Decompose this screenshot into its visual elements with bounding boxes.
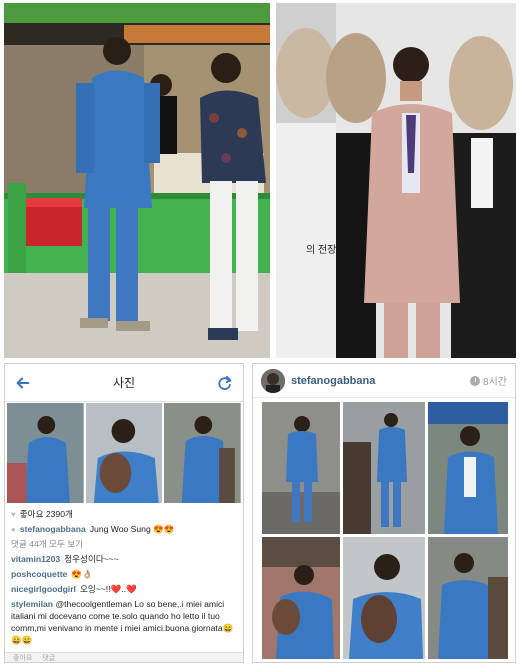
comment-text: 😍👌🏼: [71, 569, 93, 579]
post-header: 사진: [5, 364, 243, 402]
view-all-comments-link[interactable]: 댓글 44개 모두 보기: [11, 537, 83, 552]
comment-text: 오잉~~!!❤️..❤️: [79, 584, 137, 594]
instagram-post-screen: 사진 ♥ 좋아요 2390개 ● stefanogabbana Jung Woo…: [4, 363, 244, 663]
collage-photo: [262, 402, 340, 534]
collage-photo: [428, 402, 508, 534]
refresh-icon[interactable]: [215, 373, 235, 393]
collage-photo: [428, 537, 508, 659]
collage-photo: [85, 403, 163, 503]
collage-photo: [343, 537, 425, 659]
comment-username[interactable]: nicegirlgoodgirl: [11, 582, 76, 597]
collage-photo: [7, 403, 84, 503]
comment-item: vitamin1203 정우성이다~~~: [11, 552, 237, 567]
comment-item: stylemilan @thecoolgentleman Lo so bene,…: [11, 598, 237, 646]
timestamp: 8시간: [470, 373, 507, 388]
comment-text: 정우성이다~~~: [64, 554, 119, 564]
caption-row: ● stefanogabbana Jung Woo Sung 😍😍: [11, 522, 237, 537]
comment-item: nicegirlgoodgirl 오잉~~!!❤️..❤️: [11, 582, 237, 597]
comment-username[interactable]: vitamin1203: [11, 552, 60, 567]
post-image-collage[interactable]: [262, 402, 508, 660]
likes-count[interactable]: 좋아요 2390개: [20, 507, 73, 522]
likes-row: ♥ 좋아요 2390개: [11, 507, 237, 522]
collage-photo: [262, 537, 340, 659]
clock-icon: [470, 375, 481, 386]
collage-photo: [164, 403, 242, 503]
like-button[interactable]: 좋아요: [13, 653, 32, 663]
post-header: stefanogabbana 8시간: [253, 364, 515, 398]
comment-button[interactable]: 댓글: [42, 653, 55, 663]
caption-text: Jung Woo Sung 😍😍: [89, 524, 175, 534]
back-arrow-icon[interactable]: [13, 373, 33, 393]
view-all-comments-row: 댓글 44개 모두 보기: [11, 537, 237, 552]
street-photo: [4, 3, 270, 358]
post-meta: ♥ 좋아요 2390개 ● stefanogabbana Jung Woo Su…: [5, 503, 243, 646]
username-link[interactable]: stefanogabbana: [291, 375, 464, 387]
action-bar: 좋아요 댓글: [5, 652, 243, 662]
collage-photo: [343, 402, 425, 534]
page-title: 사진: [112, 376, 136, 390]
post-image-collage[interactable]: [7, 403, 242, 503]
comment-username[interactable]: stylemilan: [11, 599, 53, 609]
comment-bubble-icon: ●: [11, 525, 16, 534]
time-label: 8시간: [483, 377, 507, 388]
avatar[interactable]: [261, 368, 285, 393]
comment-item: poshcoquette 😍👌🏼: [11, 567, 237, 582]
caption-username[interactable]: stefanogabbana: [20, 522, 86, 537]
comment-username[interactable]: poshcoquette: [11, 567, 67, 582]
instagram-collage-post: stefanogabbana 8시간: [252, 363, 516, 663]
poster-photo: 의 전장: [276, 3, 516, 358]
heart-icon: ♥: [11, 510, 16, 519]
poster-text: 의 전장: [306, 244, 336, 256]
